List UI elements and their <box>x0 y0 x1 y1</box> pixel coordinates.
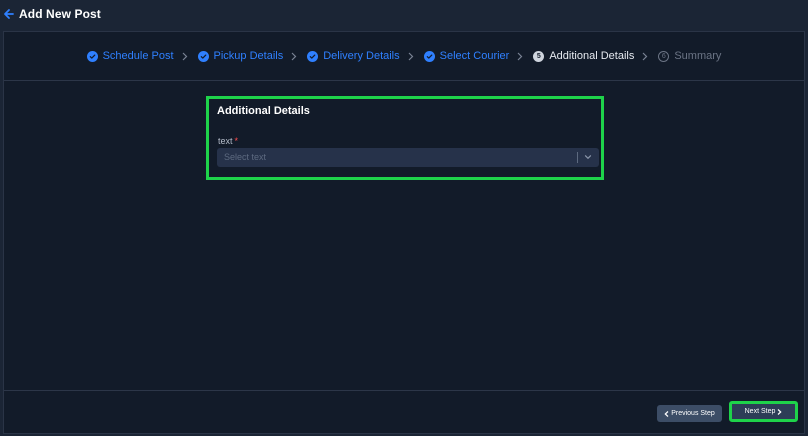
chevron-right-icon <box>291 52 297 61</box>
step-pickup-details[interactable]: Pickup Details <box>197 50 284 62</box>
chevron-right-icon <box>517 52 523 61</box>
check-icon <box>307 50 319 62</box>
step-schedule-post[interactable]: Schedule Post <box>86 50 174 62</box>
wizard-panel: Schedule Post Pickup Details Delivery De… <box>3 31 805 434</box>
step-label: Pickup Details <box>213 50 284 62</box>
step-select-courier[interactable]: Select Courier <box>423 50 510 62</box>
chevron-left-icon <box>664 410 669 417</box>
step-delivery-details[interactable]: Delivery Details <box>307 50 400 62</box>
top-bar: Add New Post <box>0 0 808 28</box>
chevron-right-icon <box>777 408 782 415</box>
previous-step-button[interactable]: Previous Step <box>657 405 722 422</box>
next-step-label: Next Step <box>744 408 776 415</box>
step-number-badge: 5 <box>533 50 545 62</box>
card-title: Additional Details <box>217 105 310 117</box>
additional-details-card: Additional Details text * Select text <box>206 96 604 180</box>
check-icon <box>197 50 209 62</box>
required-marker: * <box>234 136 239 146</box>
chevron-right-icon <box>182 52 188 61</box>
check-icon <box>86 50 98 62</box>
step-label: Delivery Details <box>323 50 400 62</box>
step-label: Schedule Post <box>102 50 174 62</box>
step-label: Summary <box>674 50 722 62</box>
select-placeholder: Select text <box>224 152 267 162</box>
chevron-right-icon <box>642 52 648 61</box>
next-step-button[interactable]: Next Step <box>729 401 798 422</box>
chevron-down-icon[interactable] <box>584 153 592 161</box>
field-label-text: text <box>218 136 233 146</box>
check-icon <box>423 50 435 62</box>
step-label: Additional Details <box>549 50 635 62</box>
footer-divider <box>4 390 804 391</box>
step-summary[interactable]: 6 Summary <box>658 50 721 62</box>
select-separator <box>577 152 578 163</box>
text-select[interactable]: Select text <box>217 148 599 167</box>
back-arrow-icon[interactable] <box>3 8 15 20</box>
chevron-right-icon <box>408 52 414 61</box>
previous-step-label: Previous Step <box>671 410 715 417</box>
page-title: Add New Post <box>19 7 101 21</box>
step-label: Select Courier <box>439 50 510 62</box>
text-field-label: text * <box>218 136 238 146</box>
stepper: Schedule Post Pickup Details Delivery De… <box>4 32 804 81</box>
step-number-badge: 6 <box>658 50 670 62</box>
step-additional-details[interactable]: 5 Additional Details <box>533 50 634 62</box>
